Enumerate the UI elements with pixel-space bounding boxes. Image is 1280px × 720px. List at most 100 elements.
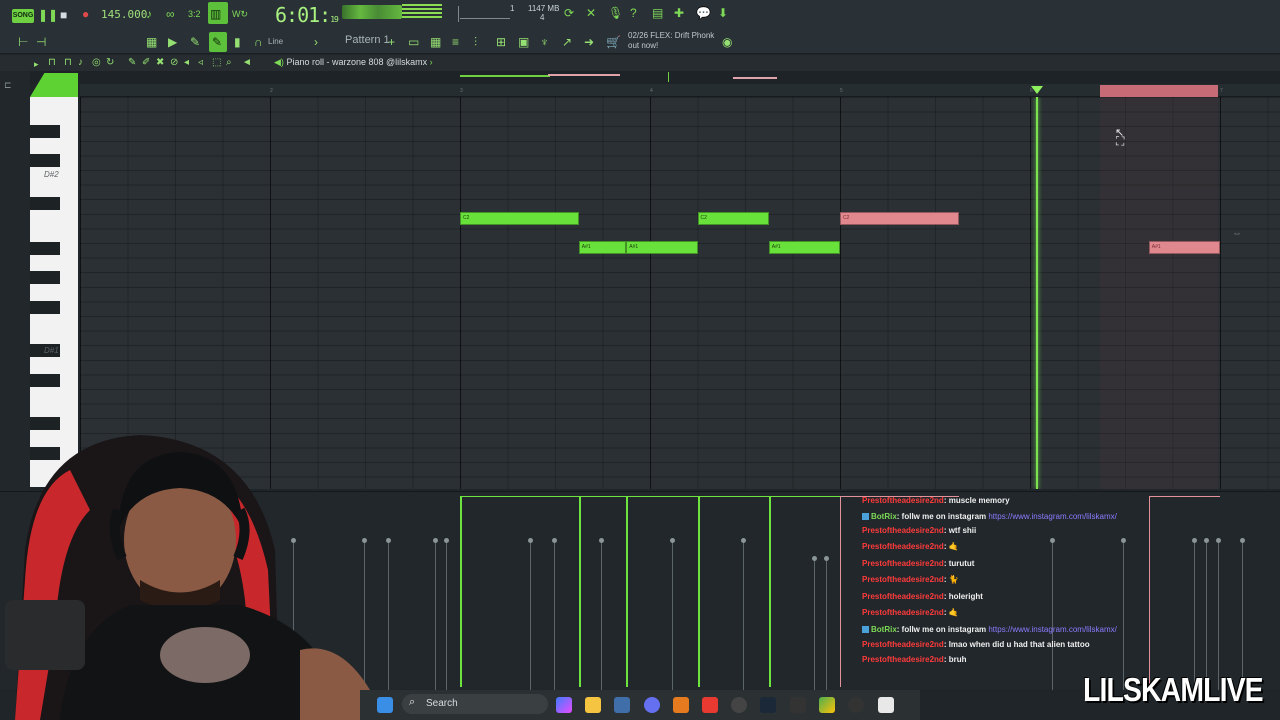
velocity-bar[interactable] (840, 497, 841, 687)
tempo-display[interactable]: 145.000 (101, 8, 147, 21)
folder-icon[interactable]: ⊏ (4, 78, 12, 92)
tuner-icon[interactable]: ♆ (540, 35, 549, 49)
browser-icon[interactable]: ⊞ (496, 35, 506, 49)
fl-studio-icon[interactable] (673, 697, 689, 713)
snap-icon[interactable]: ⊢ (18, 35, 28, 49)
app-icon-2[interactable] (819, 697, 835, 713)
velocity-bar[interactable] (626, 497, 629, 687)
black-key[interactable] (30, 154, 60, 167)
loop-icon[interactable]: ↻ (106, 56, 114, 70)
steam-icon[interactable] (760, 697, 776, 713)
pencil-icon[interactable]: ✎ (190, 35, 200, 49)
taskbar-search[interactable] (402, 694, 548, 714)
playhead-marker[interactable] (1031, 86, 1043, 94)
download-icon[interactable]: ⬇ (718, 6, 728, 20)
piano-roll-title[interactable]: ◀) Piano roll - warzone 808 @lilskamx › (274, 57, 433, 68)
piano-keyboard[interactable]: D#2 D#1 (30, 97, 78, 487)
black-key[interactable] (30, 242, 60, 255)
countdown-icon[interactable]: 3:2 (188, 7, 201, 21)
paint-icon[interactable]: ▮ (234, 35, 241, 49)
midi-note[interactable]: C2 (697, 212, 769, 225)
scroll-handle-icon[interactable]: ⇔ (1232, 227, 1242, 241)
master-pitch-slider[interactable] (460, 18, 510, 19)
store-icon[interactable] (614, 697, 630, 713)
piano-roll-icon[interactable]: ▦ (146, 35, 157, 49)
pause-icon[interactable]: ❚❚ (38, 8, 58, 22)
black-key[interactable] (30, 197, 60, 210)
magnet-icon[interactable]: ∩ (254, 35, 263, 49)
tempo-tap-icon[interactable]: ↗ (562, 35, 572, 49)
midi-note[interactable]: C2 (460, 212, 579, 225)
copilot-icon[interactable] (556, 697, 572, 713)
zoom-tool-icon[interactable]: ⌕ (226, 56, 232, 70)
channel-rack-icon[interactable]: ▦ (430, 35, 441, 49)
plugin-icon[interactable]: ▣ (518, 35, 529, 49)
news-hint[interactable]: 02/26 FLEX: Drift Phonk out now! (628, 31, 714, 51)
add-pattern-icon[interactable]: + (388, 35, 395, 49)
velocity-bar[interactable] (697, 497, 700, 687)
loop-record-icon[interactable]: W↻ (232, 7, 248, 21)
black-key[interactable] (30, 374, 60, 387)
paint-tool-icon[interactable]: ✐ (142, 56, 150, 70)
stamp-icon[interactable]: ⊓ (64, 56, 72, 70)
discord-icon[interactable] (644, 697, 660, 713)
loop-region-marker[interactable] (1100, 85, 1218, 97)
chat-icon[interactable]: 💬 (696, 6, 711, 20)
disconnect-icon[interactable]: ✕ (586, 6, 596, 20)
midi-note[interactable]: C2 (840, 212, 959, 225)
black-key[interactable] (30, 125, 60, 138)
pattern-selector[interactable]: Pattern 1 (345, 34, 390, 46)
keyboard-icon[interactable]: ♪ (78, 56, 83, 70)
sliders-icon[interactable]: ⫶ (474, 35, 477, 49)
app-icon[interactable] (790, 697, 806, 713)
save-icon[interactable]: ▤ (652, 6, 663, 20)
microphone-icon[interactable]: 🎙 (608, 6, 623, 20)
black-key[interactable] (30, 301, 60, 314)
playlist-icon[interactable]: ▭ (408, 35, 419, 49)
horizontal-scroll-overview[interactable] (0, 71, 1280, 84)
velocity-bar[interactable] (578, 497, 581, 687)
chat-link[interactable]: https://www.instagram.com/lilskamx/ (988, 625, 1116, 634)
song-position-display[interactable]: 6:01:19 (275, 3, 339, 27)
windows-start-icon[interactable] (377, 697, 393, 713)
wait-icon[interactable]: ∞ (166, 7, 175, 21)
mute-tool-icon[interactable]: ⊘ (170, 56, 178, 70)
slice-tool-icon[interactable]: ◂ (184, 56, 189, 70)
arrow-right-icon[interactable]: ▶ (168, 35, 177, 49)
routing-icon[interactable]: ➜ (584, 35, 594, 49)
velocity-bar[interactable] (460, 497, 462, 687)
4k-icon[interactable] (848, 697, 864, 713)
brave-icon[interactable] (702, 697, 718, 713)
magnet-snap-icon[interactable]: ⊓ (48, 56, 56, 70)
midi-note[interactable]: A#1 (578, 241, 627, 254)
black-key[interactable] (30, 417, 60, 430)
play-record-icon[interactable]: ◎ (92, 56, 101, 70)
select-tool-icon[interactable]: ⬚ (212, 56, 221, 70)
file-explorer-icon[interactable] (585, 697, 601, 713)
midi-note[interactable]: A#1 (768, 241, 840, 254)
midi-note[interactable]: A#1 (1148, 241, 1220, 254)
help-icon[interactable]: ? (630, 6, 637, 20)
menu-arrow-icon[interactable]: ▸ (34, 57, 39, 71)
midi-note[interactable]: A#1 (626, 241, 698, 254)
velocity-bar[interactable] (768, 497, 771, 687)
obs-icon[interactable] (731, 697, 747, 713)
slide-tool-icon[interactable]: ◃ (198, 56, 203, 70)
chevron-right-icon[interactable]: › (314, 35, 318, 49)
black-key[interactable] (30, 271, 60, 284)
draw-tool-icon[interactable]: ✎ (128, 56, 136, 70)
cart-icon[interactable]: 🛒 (606, 35, 621, 49)
plugin-database-icon[interactable]: ✚ (674, 6, 684, 20)
song-mode-button[interactable]: SONG (12, 9, 34, 23)
stop-icon[interactable]: ■ (60, 8, 67, 22)
speaker-icon[interactable]: ◄ (242, 56, 252, 70)
chat-link[interactable]: https://www.instagram.com/lilskamx/ (988, 512, 1116, 521)
pitch-icon[interactable]: ⊣ (36, 35, 46, 49)
record-icon[interactable]: ● (82, 7, 89, 21)
refresh-icon[interactable]: ⟳ (564, 6, 574, 20)
app-icon-3[interactable] (878, 697, 894, 713)
snap-mode-label[interactable]: Line (268, 37, 283, 46)
delete-tool-icon[interactable]: ✖ (156, 56, 164, 70)
mixer-icon[interactable]: ≡ (452, 35, 459, 49)
globe-icon[interactable]: ◉ (722, 35, 732, 49)
